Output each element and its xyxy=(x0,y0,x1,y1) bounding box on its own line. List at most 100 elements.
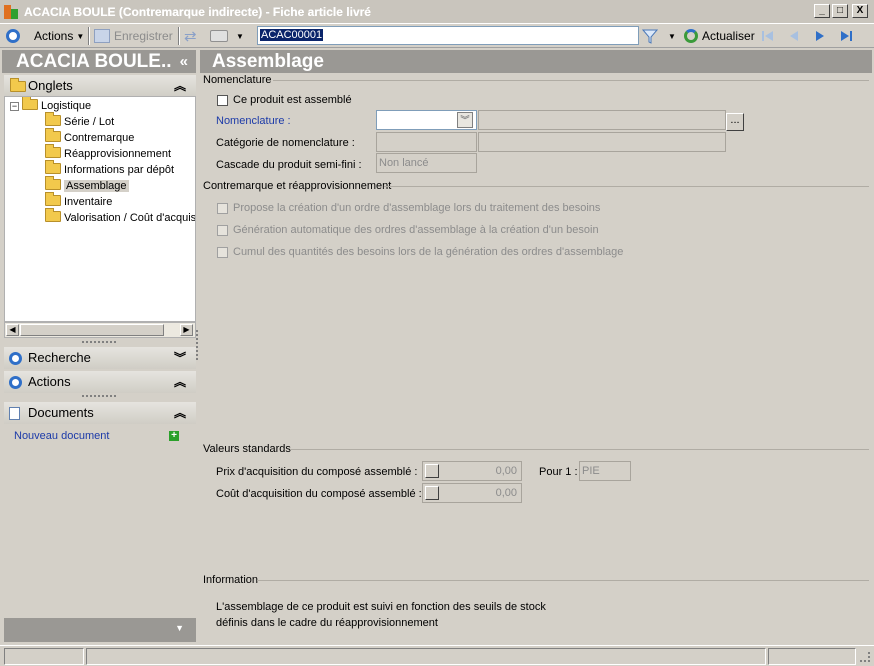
calculator-icon[interactable] xyxy=(425,486,439,500)
last-record-icon[interactable] xyxy=(838,26,854,46)
tree-item-label: Assemblage xyxy=(64,180,129,192)
documents-label: Documents xyxy=(28,405,94,420)
scroll-thumb[interactable] xyxy=(20,324,164,336)
filter-dropdown-icon[interactable]: ▼ xyxy=(668,26,676,46)
onglets-label: Onglets xyxy=(28,78,73,93)
propose-creation-checkbox[interactable] xyxy=(217,203,228,214)
sync-icon[interactable]: ⇄ xyxy=(184,26,197,46)
cout-field: 0,00 xyxy=(422,483,522,503)
tree-item-valorisation[interactable]: Valorisation / Coût d'acquis xyxy=(45,208,195,226)
folder-icon xyxy=(45,112,61,126)
collapse-up-icon[interactable]: ︽ xyxy=(174,371,186,393)
divider xyxy=(257,580,869,581)
tree-item-reapprovisionnement[interactable]: Réapprovisionnement xyxy=(45,144,171,162)
folder-icon xyxy=(45,128,61,142)
cout-value: 0,00 xyxy=(495,487,517,499)
actions-section[interactable]: Actions ︽ xyxy=(4,371,196,393)
actions-menu[interactable]: Actions ▼ xyxy=(34,26,84,46)
resize-grip[interactable] xyxy=(82,395,116,397)
tree-item-inventaire[interactable]: Inventaire xyxy=(45,192,113,210)
record-header: ACACIA BOULE.. « xyxy=(2,50,196,73)
assembled-checkbox[interactable] xyxy=(217,95,228,106)
calculator-icon[interactable] xyxy=(425,464,439,478)
print-icon[interactable] xyxy=(210,26,228,46)
app-icon xyxy=(4,5,18,19)
information-line-2: définis dans le cadre du réapprovisionne… xyxy=(216,617,438,629)
tree-item-contremarque[interactable]: Contremarque xyxy=(45,128,134,146)
title-bar: ACACIA BOULE (Contremarque indirecte) - … xyxy=(0,0,874,24)
tree-hscrollbar[interactable]: ◀ ▶ xyxy=(4,322,196,338)
refresh-icon xyxy=(684,29,698,43)
tree-item-assemblage[interactable]: Assemblage xyxy=(45,176,129,194)
category-description-field xyxy=(478,132,726,152)
divider xyxy=(273,80,869,81)
chevron-down-icon[interactable]: ︾ xyxy=(457,112,473,128)
assembled-label: Ce produit est assemblé xyxy=(233,94,352,106)
save-label: Enregistrer xyxy=(114,29,173,43)
collapse-up-icon[interactable]: ︽ xyxy=(174,75,186,97)
folder-icon xyxy=(10,78,26,92)
prix-field: 0,00 xyxy=(422,461,522,481)
auto-generation-checkbox[interactable] xyxy=(217,225,228,236)
target-icon xyxy=(9,352,22,365)
tree-item-label: Inventaire xyxy=(64,196,113,208)
resize-grip[interactable] xyxy=(82,341,116,343)
status-bar xyxy=(0,645,874,666)
save-icon xyxy=(94,29,110,43)
main-panel: Assemblage Nomenclature Ce produit est a… xyxy=(200,50,872,644)
print-dropdown-icon[interactable]: ▼ xyxy=(236,26,244,46)
search-value: ACAC00001 xyxy=(260,29,324,41)
category-label: Catégorie de nomenclature : xyxy=(216,137,355,149)
tree-item-informations-depot[interactable]: Informations par dépôt xyxy=(45,160,174,178)
resize-grip-icon[interactable] xyxy=(860,652,870,662)
first-record-icon[interactable] xyxy=(760,26,776,46)
save-button[interactable]: Enregistrer xyxy=(94,26,173,46)
minimize-button[interactable]: _ xyxy=(814,4,830,18)
panel-splitter[interactable] xyxy=(196,330,198,360)
cumul-quantities-label: Cumul des quantités des besoins lors de … xyxy=(233,246,624,258)
tree-item-serie-lot[interactable]: Série / Lot xyxy=(45,112,114,130)
collapse-up-icon[interactable]: ︽ xyxy=(174,402,186,424)
nomenclature-select[interactable]: ︾ xyxy=(376,110,477,130)
collapse-panel-button[interactable]: « xyxy=(180,50,188,73)
previous-record-icon[interactable] xyxy=(786,26,802,46)
status-cell xyxy=(86,648,766,665)
scroll-left-icon[interactable]: ◀ xyxy=(6,324,19,336)
valeurs-group-title: Valeurs standards xyxy=(203,443,291,455)
tree-root-label: Logistique xyxy=(41,100,92,112)
documents-section[interactable]: Documents ︽ xyxy=(4,402,196,424)
chevron-down-icon[interactable]: ▼ xyxy=(175,623,184,633)
nomenclature-group-title: Nomenclature xyxy=(203,74,272,86)
status-cell xyxy=(768,648,856,665)
filter-icon[interactable] xyxy=(642,26,658,46)
left-panel: ACACIA BOULE.. « Onglets ︽ − Logistique S… xyxy=(2,50,196,644)
maximize-button[interactable]: □ xyxy=(832,4,848,18)
category-code-field xyxy=(376,132,477,152)
cascade-label: Cascade du produit semi-fini : xyxy=(216,159,362,171)
document-icon xyxy=(9,407,20,420)
scroll-right-icon[interactable]: ▶ xyxy=(180,324,193,336)
folder-icon xyxy=(45,208,61,222)
divider xyxy=(384,186,869,187)
expand-down-icon[interactable]: ︾ xyxy=(174,347,186,369)
new-document-link[interactable]: Nouveau document xyxy=(14,430,109,442)
left-panel-footer: ▼ xyxy=(4,618,196,642)
onglets-section[interactable]: Onglets ︽ xyxy=(4,75,196,97)
record-name: ACACIA BOULE.. xyxy=(16,51,172,72)
recherche-section[interactable]: Recherche ︾ xyxy=(4,347,196,369)
close-button[interactable]: X xyxy=(852,4,868,18)
tabs-tree: − Logistique Série / Lot Contremarque Réa… xyxy=(4,96,196,322)
tree-expand-icon[interactable]: − xyxy=(10,102,19,111)
prix-value: 0,00 xyxy=(495,465,517,477)
add-icon[interactable]: + xyxy=(169,431,179,441)
target-icon[interactable] xyxy=(6,26,20,46)
cumul-quantities-checkbox[interactable] xyxy=(217,247,228,258)
browse-button[interactable]: ... xyxy=(726,113,744,131)
page-title: Assemblage xyxy=(200,50,872,73)
next-record-icon[interactable] xyxy=(812,26,828,46)
search-input[interactable]: ACAC00001 xyxy=(257,26,639,45)
pour-label: Pour 1 : xyxy=(539,466,578,478)
refresh-button[interactable]: Actualiser xyxy=(684,26,755,46)
unit-field: PIE xyxy=(579,461,631,481)
propose-creation-label: Propose la création d'un ordre d'assembl… xyxy=(233,202,601,214)
